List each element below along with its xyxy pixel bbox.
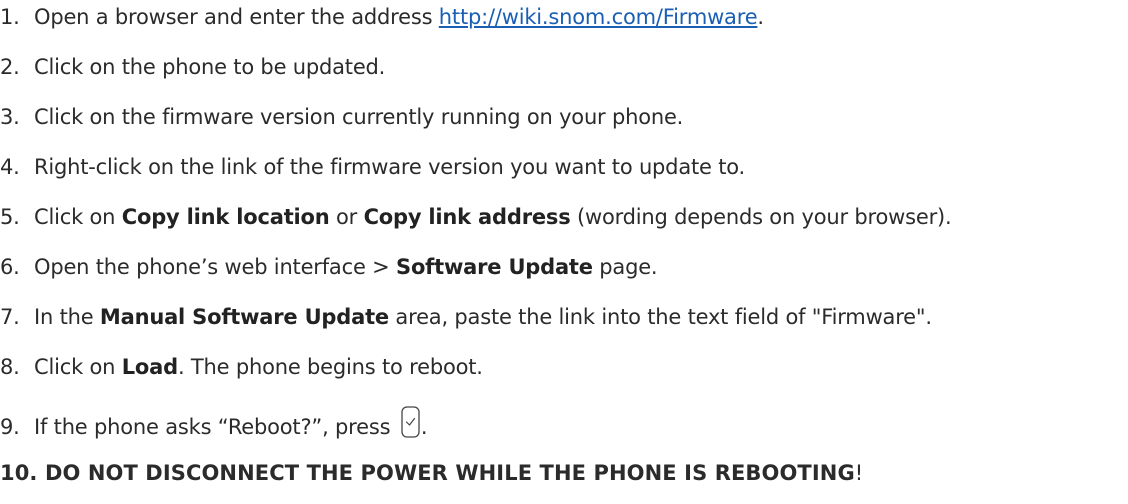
- step-1: 1. Open a browser and enter the address h…: [0, 5, 764, 29]
- step-3: 3. Click on the firmware version currentl…: [0, 105, 684, 129]
- firmware-wiki-link[interactable]: http://wiki.snom.com/Firmware: [439, 5, 758, 29]
- step-4: 4. Right-click on the link of the firmwar…: [0, 155, 746, 179]
- step-8: 8. Click on Load. The phone begins to reb…: [0, 355, 483, 379]
- step-5: 5. Click on Copy link location or Copy li…: [0, 205, 952, 229]
- step-7: 7. In the Manual Software Update area, pa…: [0, 305, 932, 329]
- firmware-update-steps: 1. Open a browser and enter the address h…: [0, 0, 1128, 504]
- load-term: Load: [121, 355, 178, 379]
- copy-link-location-term: Copy link location: [121, 205, 330, 229]
- manual-software-update-term: Manual Software Update: [99, 305, 389, 329]
- checkmark-key-icon: [401, 406, 420, 438]
- step-9: 9. If the phone asks “Reboot?”, press .: [0, 406, 428, 441]
- software-update-term: Software Update: [396, 255, 593, 279]
- step-10-warning: 10. DO NOT DISCONNECT THE POWER WHILE TH…: [0, 461, 864, 485]
- copy-link-address-term: Copy link address: [363, 205, 571, 229]
- step-2: 2. Click on the phone to be updated.: [0, 55, 386, 79]
- step-6: 6. Open the phone’s web interface > Softw…: [0, 255, 658, 279]
